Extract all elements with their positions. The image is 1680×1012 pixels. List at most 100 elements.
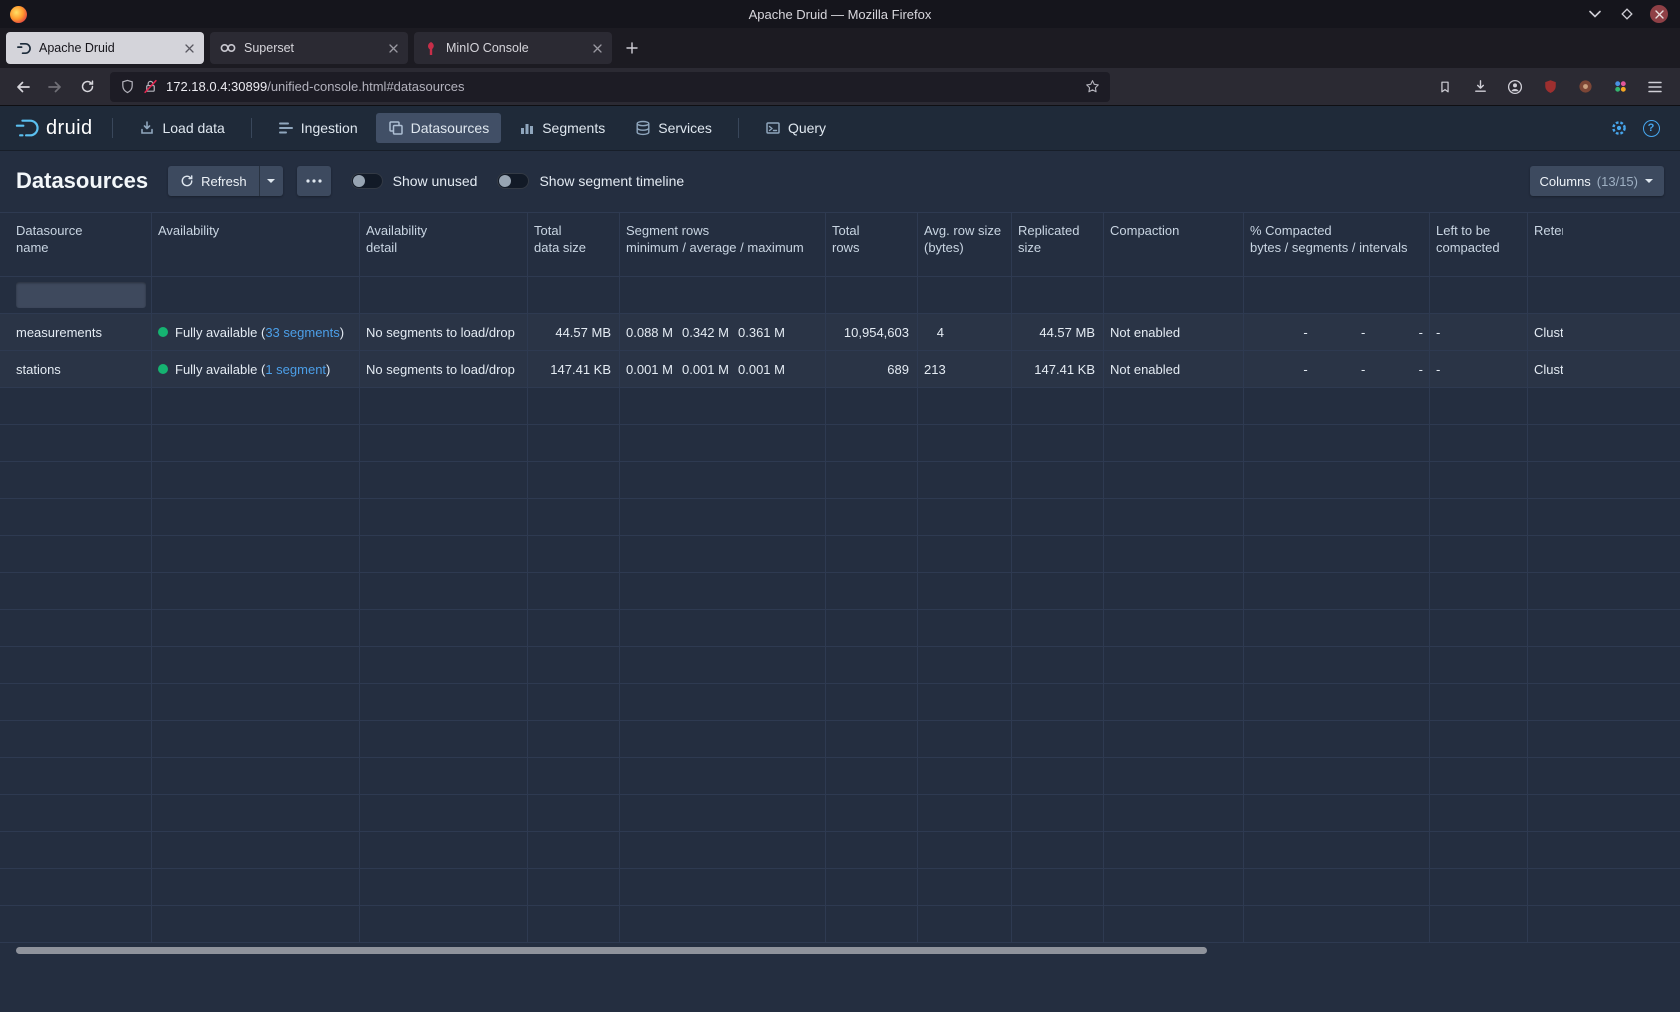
druid-swirl-icon	[14, 117, 40, 139]
segments-icon	[519, 120, 535, 136]
columns-button[interactable]: Columns (13/15)	[1530, 166, 1665, 196]
tab-close-button[interactable]	[389, 44, 398, 53]
window-close-button[interactable]	[1650, 5, 1668, 23]
refresh-button[interactable]: Refresh	[168, 166, 259, 196]
col-header-retention[interactable]: Retention	[1528, 213, 1680, 276]
nav-item-ingestion[interactable]: Ingestion	[266, 113, 370, 143]
empty-cell	[826, 906, 918, 942]
empty-cell	[152, 684, 360, 720]
refresh-split-button: Refresh	[168, 166, 283, 196]
datasource-name-filter-input[interactable]	[16, 282, 146, 308]
col-header-avg-row-size[interactable]: Avg. row size(bytes)	[918, 213, 1012, 276]
col-header-replicated-size[interactable]: Replicatedsize	[1012, 213, 1104, 276]
druid-logo[interactable]: druid	[14, 117, 92, 140]
bookmark-star-icon[interactable]	[1085, 79, 1100, 94]
nav-label: Services	[658, 120, 712, 136]
back-button[interactable]	[8, 72, 38, 102]
empty-cell	[918, 721, 1012, 757]
account-button[interactable]	[1502, 74, 1528, 100]
col-header-pct-compacted[interactable]: % Compactedbytes / segments / intervals	[1244, 213, 1430, 276]
empty-cell	[1430, 573, 1528, 609]
show-segment-timeline-switch[interactable]	[497, 173, 529, 189]
url-text[interactable]: 172.18.0.4:30899/unified-console.html#da…	[166, 79, 1077, 94]
filter-cell	[152, 277, 360, 313]
empty-cell	[1430, 721, 1528, 757]
refresh-caret-button[interactable]	[259, 166, 283, 196]
containers-button[interactable]	[1607, 74, 1633, 100]
insecure-lock-icon[interactable]	[143, 79, 158, 94]
ublock-button[interactable]	[1537, 74, 1563, 100]
cell-avg-row-size: 4	[918, 314, 1012, 350]
col-header-compaction[interactable]: Compaction	[1104, 213, 1244, 276]
tab-apache-druid[interactable]: Apache Druid	[6, 32, 204, 64]
segments-link[interactable]: 33 segments	[265, 325, 339, 340]
help-button[interactable]: ?	[1636, 113, 1666, 143]
table-empty-row	[0, 536, 1680, 573]
settings-button[interactable]	[1604, 113, 1634, 143]
empty-cell	[360, 499, 528, 535]
empty-cell	[620, 536, 826, 572]
nav-item-services[interactable]: Services	[623, 113, 724, 143]
forward-button[interactable]	[40, 72, 70, 102]
tab-close-button[interactable]	[593, 44, 602, 53]
tab-minio-console[interactable]: MinIO Console	[414, 32, 612, 64]
empty-cell	[152, 832, 360, 868]
empty-cell	[1528, 388, 1680, 424]
table-empty-row	[0, 758, 1680, 795]
nav-item-datasources[interactable]: Datasources	[376, 113, 502, 143]
empty-cell	[1104, 832, 1244, 868]
empty-cell	[1012, 610, 1104, 646]
col-header-segment-rows[interactable]: Segment rowsminimum / average / maximum	[620, 213, 826, 276]
nav-item-load-data[interactable]: Load data	[127, 113, 236, 143]
brand-text: druid	[46, 117, 92, 140]
new-tab-button[interactable]	[618, 34, 646, 62]
tab-superset[interactable]: Superset	[210, 32, 408, 64]
col-header-total-data-size[interactable]: Totaldata size	[528, 213, 620, 276]
col-header-availability-detail[interactable]: Availabilitydetail	[360, 213, 528, 276]
empty-cell	[826, 684, 918, 720]
empty-cell	[620, 795, 826, 831]
show-unused-switch[interactable]	[351, 173, 383, 189]
col-header-availability[interactable]: Availability	[152, 213, 360, 276]
empty-cell	[1528, 499, 1680, 535]
col-header-total-rows[interactable]: Totalrows	[826, 213, 918, 276]
nav-item-segments[interactable]: Segments	[507, 113, 617, 143]
empty-cell	[1244, 573, 1430, 609]
scrollbar-thumb[interactable]	[16, 947, 1207, 954]
nav-item-query[interactable]: Query	[753, 113, 838, 143]
table-row-stations[interactable]: stations Fully available (1 segment) No …	[0, 351, 1680, 388]
tracking-protection-shield-icon[interactable]	[120, 79, 135, 94]
empty-cell	[1430, 647, 1528, 683]
back-arrow-icon	[15, 79, 31, 95]
empty-cell	[1104, 610, 1244, 646]
segments-link[interactable]: 1 segment	[265, 362, 326, 377]
nav-label: Ingestion	[301, 120, 358, 136]
empty-cell	[1430, 832, 1528, 868]
empty-cell	[620, 499, 826, 535]
window-maximize-button[interactable]	[1618, 5, 1636, 23]
pocket-button[interactable]	[1432, 74, 1458, 100]
col-header-left-to-be-compacted[interactable]: Left to becompacted	[1430, 213, 1528, 276]
empty-cell	[0, 499, 152, 535]
col-header-datasource-name[interactable]: Datasourcename	[0, 213, 152, 276]
url-bar[interactable]: 172.18.0.4:30899/unified-console.html#da…	[110, 72, 1110, 102]
account-icon	[1507, 79, 1523, 95]
table-header-row: Datasourcename Availability Availability…	[0, 213, 1680, 277]
more-options-button[interactable]	[297, 166, 331, 196]
cell-left-to-be-compacted: -	[1430, 351, 1528, 387]
empty-cell	[1244, 462, 1430, 498]
empty-cell	[1528, 425, 1680, 461]
downloads-button[interactable]	[1467, 74, 1493, 100]
window-minimize-button[interactable]	[1586, 5, 1604, 23]
table-row-measurements[interactable]: measurements Fully available (33 segment…	[0, 314, 1680, 351]
tab-close-button[interactable]	[185, 44, 194, 53]
empty-cell	[1430, 869, 1528, 905]
empty-cell	[1528, 906, 1680, 942]
empty-cell	[826, 573, 918, 609]
empty-cell	[528, 795, 620, 831]
nav-label: Load data	[162, 120, 224, 136]
ellipsis-icon	[306, 179, 322, 183]
reload-button[interactable]	[72, 72, 102, 102]
extension-button[interactable]	[1572, 74, 1598, 100]
menu-button[interactable]	[1642, 74, 1668, 100]
